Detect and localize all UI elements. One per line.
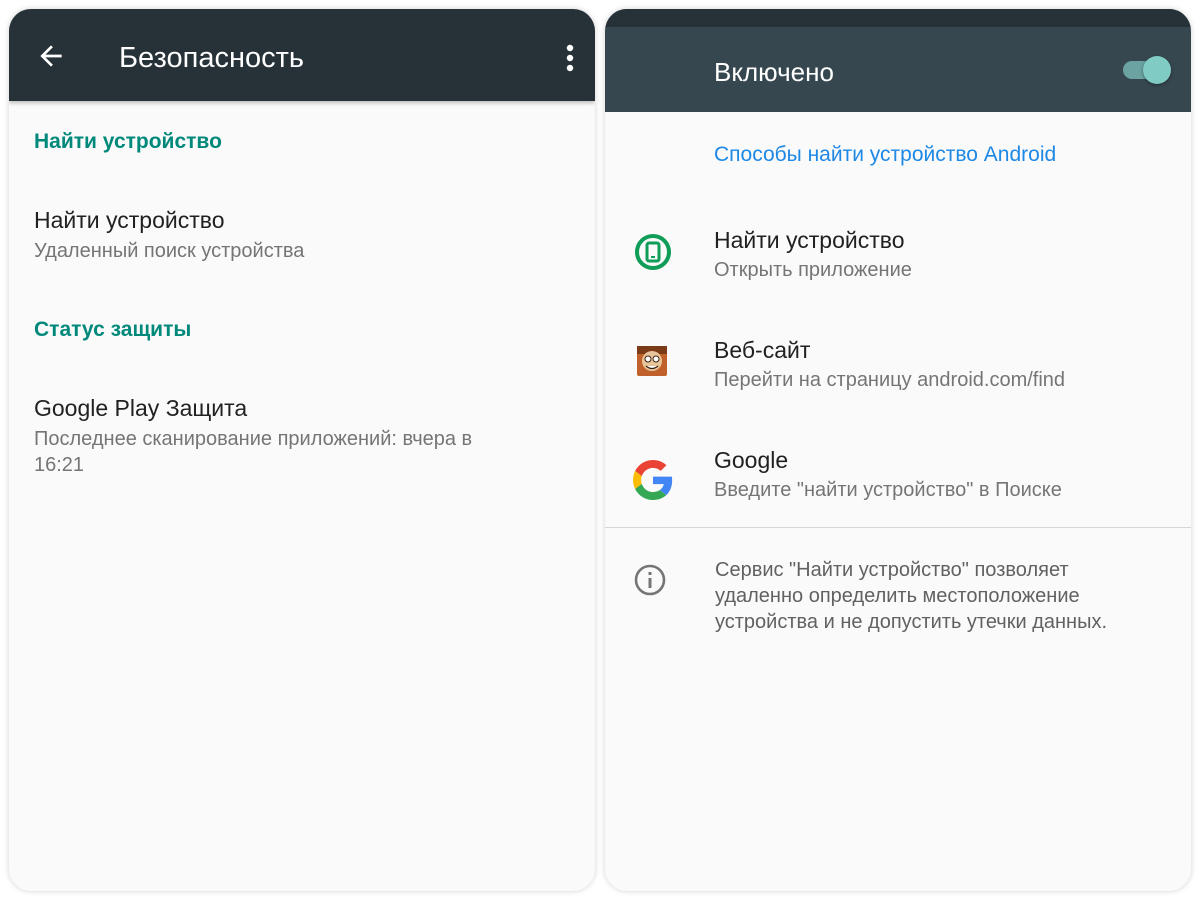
section-header-find-device: Найти устройство — [34, 130, 222, 153]
status-bar-strip — [605, 9, 1191, 27]
toolbar: Безопасность — [9, 9, 595, 101]
play-protect-summary-line2: 16:21 — [34, 454, 85, 476]
find-device-settings-screen: Включено Способы найти устройство Androi… — [605, 9, 1191, 891]
divider — [605, 527, 1191, 528]
find-device-app-icon — [635, 234, 671, 270]
play-protect-title: Google Play Защита — [34, 395, 248, 421]
info-description: Сервис "Найти устройство" позволяет удал… — [715, 557, 1175, 635]
play-protect-item[interactable]: Google Play Защита Последнее сканировани… — [9, 395, 595, 491]
enable-toggle[interactable] — [1123, 56, 1173, 84]
master-switch-bar[interactable]: Включено — [605, 9, 1191, 112]
info-icon — [634, 564, 666, 596]
more-options-icon[interactable] — [563, 43, 577, 73]
info-line-2: удаленно определить местоположение — [715, 585, 1080, 607]
find-device-app-title: Найти устройство — [714, 227, 905, 253]
google-title: Google — [714, 447, 789, 473]
page-title: Безопасность — [119, 42, 304, 74]
website-summary: Перейти на страницу android.com/find — [714, 369, 1066, 391]
find-device-title: Найти устройство — [34, 207, 225, 233]
find-device-app-summary: Открыть приложение — [714, 259, 912, 281]
website-favicon-icon — [637, 346, 667, 376]
toggle-thumb — [1143, 56, 1171, 84]
find-device-app-item[interactable]: Найти устройство Открыть приложение — [605, 227, 1191, 317]
section-header-protection-status: Статус защиты — [34, 318, 192, 341]
ways-to-find-header: Способы найти устройство Android — [714, 143, 1057, 166]
info-line-1: Сервис "Найти устройство" позволяет — [715, 559, 1069, 581]
info-line-3: устройства и не допустить утечки данных. — [715, 611, 1108, 633]
google-summary: Введите "найти устройство" в Поиске — [714, 479, 1062, 501]
security-settings-screen: Безопасность Найти устройство Найти устр… — [9, 9, 595, 891]
switch-label: Включено — [714, 57, 834, 87]
website-title: Веб-сайт — [714, 337, 811, 363]
back-arrow-icon[interactable] — [35, 40, 67, 72]
google-search-item[interactable]: Google Введите "найти устройство" в Поис… — [605, 447, 1191, 537]
website-item[interactable]: Веб-сайт Перейти на страницу android.com… — [605, 337, 1191, 427]
play-protect-summary-line1: Последнее сканирование приложений: вчера… — [34, 428, 473, 450]
google-icon — [633, 460, 673, 500]
find-device-summary: Удаленный поиск устройства — [34, 240, 305, 262]
find-device-item[interactable]: Найти устройство Удаленный поиск устройс… — [9, 207, 595, 277]
